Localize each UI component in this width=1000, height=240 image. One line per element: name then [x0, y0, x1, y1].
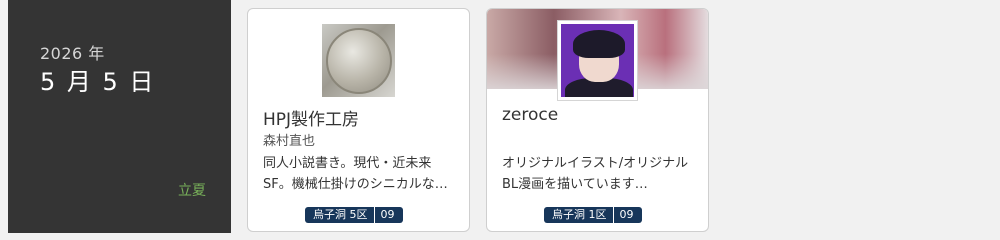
avatar	[558, 21, 637, 100]
space-badge: 烏子洞 5区 09	[305, 207, 403, 223]
circle-card[interactable]: HPJ製作工房 森村直也 同人小説書き。現代・近未来SF。機械仕掛けのシニカルな…	[247, 8, 470, 232]
circle-name[interactable]: zeroce	[502, 105, 558, 125]
circle-name[interactable]: HPJ製作工房	[263, 105, 359, 130]
date-month-day: 5 月 5 日	[40, 68, 156, 96]
circle-logo-image	[322, 24, 395, 97]
space-badge: 烏子洞 1区 09	[544, 207, 642, 223]
date-panel: 2026 年 5 月 5 日 立夏	[8, 0, 231, 233]
circle-description: 同人小説書き。現代・近未来SF。機械仕掛けのシニカルな物語を書いています。	[263, 156, 448, 192]
space-number: 09	[380, 208, 395, 221]
space-number: 09	[619, 208, 634, 221]
circle-card[interactable]: zeroce オリジナルイラスト/オリジナルBL漫画を描いています… 烏子洞 1…	[486, 8, 709, 232]
date-year: 2026 年	[40, 44, 105, 63]
space-hall: 烏子洞 5区	[313, 208, 368, 221]
circle-description: オリジナルイラスト/オリジナルBL漫画を描いています…	[502, 156, 689, 192]
avatar-hair	[573, 30, 625, 58]
emblem-icon	[325, 27, 392, 94]
season-label: 立夏	[178, 183, 206, 199]
circle-author: 森村直也	[263, 134, 316, 149]
space-hall: 烏子洞 1区	[552, 208, 607, 221]
